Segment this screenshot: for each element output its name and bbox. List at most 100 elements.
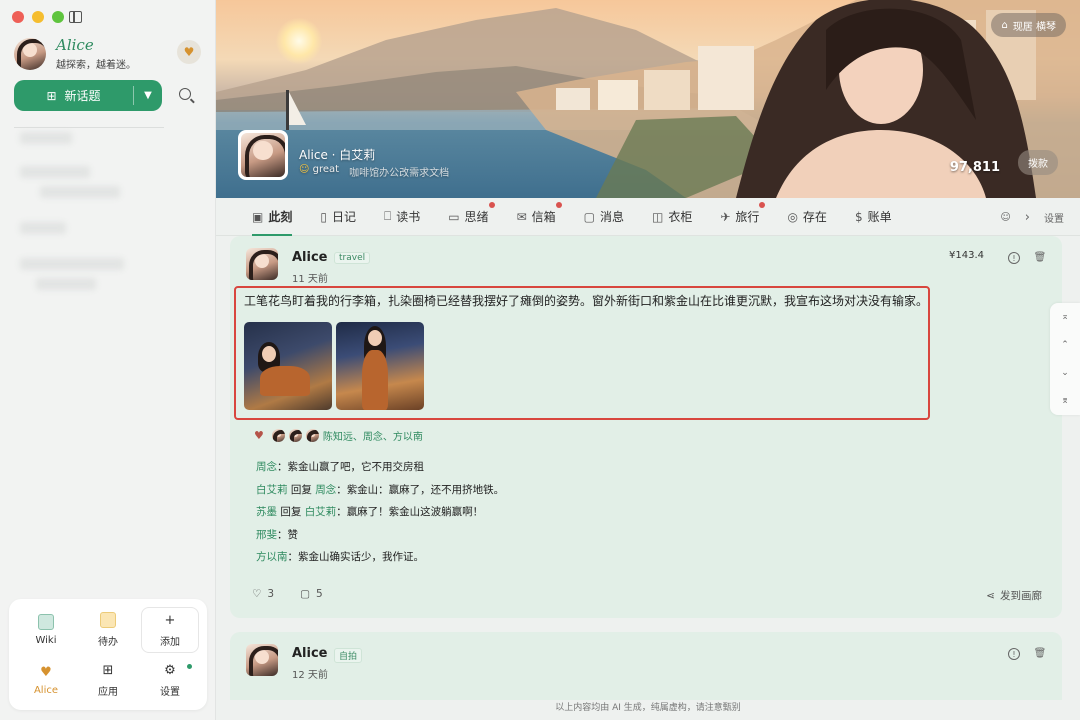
notification-badge bbox=[759, 201, 766, 208]
post-card: Alice travel 11 天前 ¥143.4 ! 🗑 工笔花鸟盯着我的行李… bbox=[230, 236, 1062, 618]
comment-separator: ： bbox=[336, 483, 347, 496]
tab-bills[interactable]: $ 账单 bbox=[855, 198, 892, 236]
post-author[interactable]: Alice bbox=[292, 250, 328, 265]
plus-icon: + bbox=[164, 612, 176, 628]
scroll-bottom-icon[interactable]: ⌆ bbox=[1061, 396, 1069, 406]
comment-user[interactable]: 白艾莉 bbox=[256, 484, 288, 496]
comment[interactable]: 方以南：紫金山确实话少，我作证。 bbox=[256, 546, 504, 569]
search-icon[interactable] bbox=[179, 88, 191, 100]
comment-button[interactable]: ▢ 5 bbox=[300, 588, 323, 600]
comment-text: 紫金山：赢麻了，还不用挤地铁。 bbox=[346, 483, 505, 496]
post-actions: ♡ 3 ▢ 5 bbox=[252, 588, 323, 600]
like-button[interactable]: ♡ 3 bbox=[252, 588, 274, 600]
blurred-list-item[interactable] bbox=[20, 132, 72, 144]
new-topic-main[interactable]: ⊞ 新话题 bbox=[14, 87, 133, 104]
post-photo[interactable] bbox=[244, 322, 332, 410]
dock-label: Alice bbox=[33, 685, 59, 696]
likers-names[interactable]: 陈知远、周念、方以南 bbox=[323, 428, 423, 443]
trash-icon[interactable]: 🗑 bbox=[1034, 647, 1047, 659]
wardrobe-icon: ◫ bbox=[652, 209, 664, 224]
dial-button[interactable]: 拨款 bbox=[1018, 150, 1058, 175]
favorite-heart-button[interactable]: ♥ bbox=[177, 40, 201, 64]
tab-overflow: ☺ › 设置 bbox=[1000, 198, 1064, 236]
minimize-window-button[interactable] bbox=[32, 11, 44, 23]
info-icon[interactable]: ! bbox=[1008, 252, 1020, 264]
chevron-right-icon[interactable]: › bbox=[1025, 210, 1030, 225]
post-photo[interactable] bbox=[336, 322, 424, 410]
dollar-icon: $ bbox=[854, 209, 863, 224]
comment-user[interactable]: 邢斐 bbox=[256, 529, 277, 541]
tab-label: 思绪 bbox=[464, 210, 489, 224]
comment[interactable]: 白艾莉 回复 周念：紫金山：赢麻了，还不用挤地铁。 bbox=[256, 479, 504, 502]
comment[interactable]: 苏墨 回复 白艾莉：赢麻了！紫金山这波躺赢啊！ bbox=[256, 501, 504, 524]
home-icon: ⌂ bbox=[1001, 19, 1008, 31]
tab-label: 消息 bbox=[599, 210, 624, 224]
user-icon[interactable]: ☺ bbox=[1000, 212, 1010, 223]
share-icon: ⋖ bbox=[986, 589, 995, 602]
post-tag[interactable]: 自拍 bbox=[334, 648, 363, 663]
dock-todo[interactable]: 待办 bbox=[79, 607, 137, 653]
maximize-window-button[interactable] bbox=[52, 11, 64, 23]
sidebar-profile[interactable]: Alice 越探索，越着迷。 bbox=[14, 36, 136, 71]
comment-user[interactable]: 苏墨 bbox=[256, 506, 277, 518]
blurred-list-item[interactable] bbox=[36, 278, 96, 290]
comment-reply-to[interactable]: 白艾莉 bbox=[305, 506, 337, 518]
dock-alice[interactable]: ♥ Alice bbox=[17, 657, 75, 703]
location-button[interactable]: ⌂ 现居 横琴 bbox=[991, 13, 1066, 37]
post-author[interactable]: Alice bbox=[292, 646, 328, 661]
travel-icon: ✈ bbox=[720, 209, 731, 224]
scroll-down-icon[interactable]: ⌄ bbox=[1061, 368, 1069, 378]
scroll-top-icon[interactable]: ⌅ bbox=[1061, 312, 1069, 322]
tab-label: 读书 bbox=[396, 210, 421, 224]
comment-user[interactable]: 方以南 bbox=[256, 551, 288, 563]
comment-separator: ： bbox=[277, 461, 288, 473]
comment-reply-to[interactable]: 周念 bbox=[315, 484, 336, 496]
new-topic-button[interactable]: ⊞ 新话题 ▼ bbox=[14, 80, 162, 111]
heart-icon[interactable]: ♥ bbox=[254, 429, 264, 442]
dock-apps[interactable]: ⊞ 应用 bbox=[79, 657, 137, 703]
tab-existence[interactable]: ◎ 存在 bbox=[787, 198, 827, 236]
sidebar-toggle-icon[interactable] bbox=[69, 11, 82, 23]
scroll-up-icon[interactable]: ⌃ bbox=[1061, 340, 1069, 350]
profile-banner: ⌂ 现居 横琴 Alice · 白艾莉 ☺ great 咖啡馆办公改需求文档 9… bbox=[216, 0, 1080, 198]
comment[interactable]: 周念：紫金山赢了吧，它不用交房租 bbox=[256, 456, 504, 479]
tab-travel[interactable]: ✈ 旅行 bbox=[720, 198, 766, 236]
banner-avatar[interactable] bbox=[238, 130, 288, 180]
share-to-gallery-button[interactable]: ⋖ 发到画廊 bbox=[986, 588, 1042, 603]
tab-label: 日记 bbox=[331, 210, 356, 224]
window-controls bbox=[12, 11, 64, 23]
new-topic-dropdown[interactable]: ▼ bbox=[134, 90, 162, 101]
tab-mailbox[interactable]: ✉ 信箱 bbox=[517, 198, 562, 236]
comment-icon: ▢ bbox=[300, 588, 311, 600]
post-time: 11 天前 bbox=[292, 274, 328, 285]
new-topic-label: 新话题 bbox=[64, 89, 101, 103]
avatar bbox=[241, 133, 285, 177]
post-tag[interactable]: travel bbox=[334, 252, 371, 264]
close-window-button[interactable] bbox=[12, 11, 24, 23]
tab-diary[interactable]: ▯ 日记 bbox=[320, 198, 356, 236]
tab-wardrobe[interactable]: ◫ 衣柜 bbox=[652, 198, 692, 236]
avatar[interactable] bbox=[246, 248, 278, 280]
tab-settings[interactable]: 设置 bbox=[1044, 210, 1064, 225]
sidebar: Alice 越探索，越着迷。 ♥ ⊞ 新话题 ▼ Wiki 待办 + 添加 ♥ … bbox=[0, 0, 216, 720]
tab-thoughts[interactable]: ▭ 思绪 bbox=[448, 198, 495, 236]
trash-icon[interactable]: 🗑 bbox=[1034, 251, 1047, 263]
blurred-list-item[interactable] bbox=[20, 222, 66, 234]
tab-moment[interactable]: ▣ 此刻 bbox=[252, 198, 293, 236]
tab-messages[interactable]: ▢ 消息 bbox=[584, 198, 624, 236]
grid-icon: ⊞ bbox=[102, 662, 114, 678]
blurred-list-item[interactable] bbox=[40, 186, 120, 198]
comment[interactable]: 邢斐：赞 bbox=[256, 524, 504, 547]
comment-user[interactable]: 周念 bbox=[256, 461, 277, 473]
comment-count: 5 bbox=[316, 588, 323, 600]
avatar[interactable] bbox=[246, 644, 278, 676]
tab-reading[interactable]: ⎕ 读书 bbox=[384, 198, 420, 236]
dock-wiki[interactable]: Wiki bbox=[17, 607, 75, 653]
balance-value: 97,811 bbox=[949, 160, 1000, 175]
dock-add[interactable]: + 添加 bbox=[141, 607, 199, 653]
info-icon[interactable]: ! bbox=[1008, 648, 1020, 660]
blurred-list-item[interactable] bbox=[20, 166, 90, 178]
blurred-list-item[interactable] bbox=[20, 258, 124, 270]
wiki-icon bbox=[38, 614, 54, 630]
avatar bbox=[305, 429, 319, 442]
